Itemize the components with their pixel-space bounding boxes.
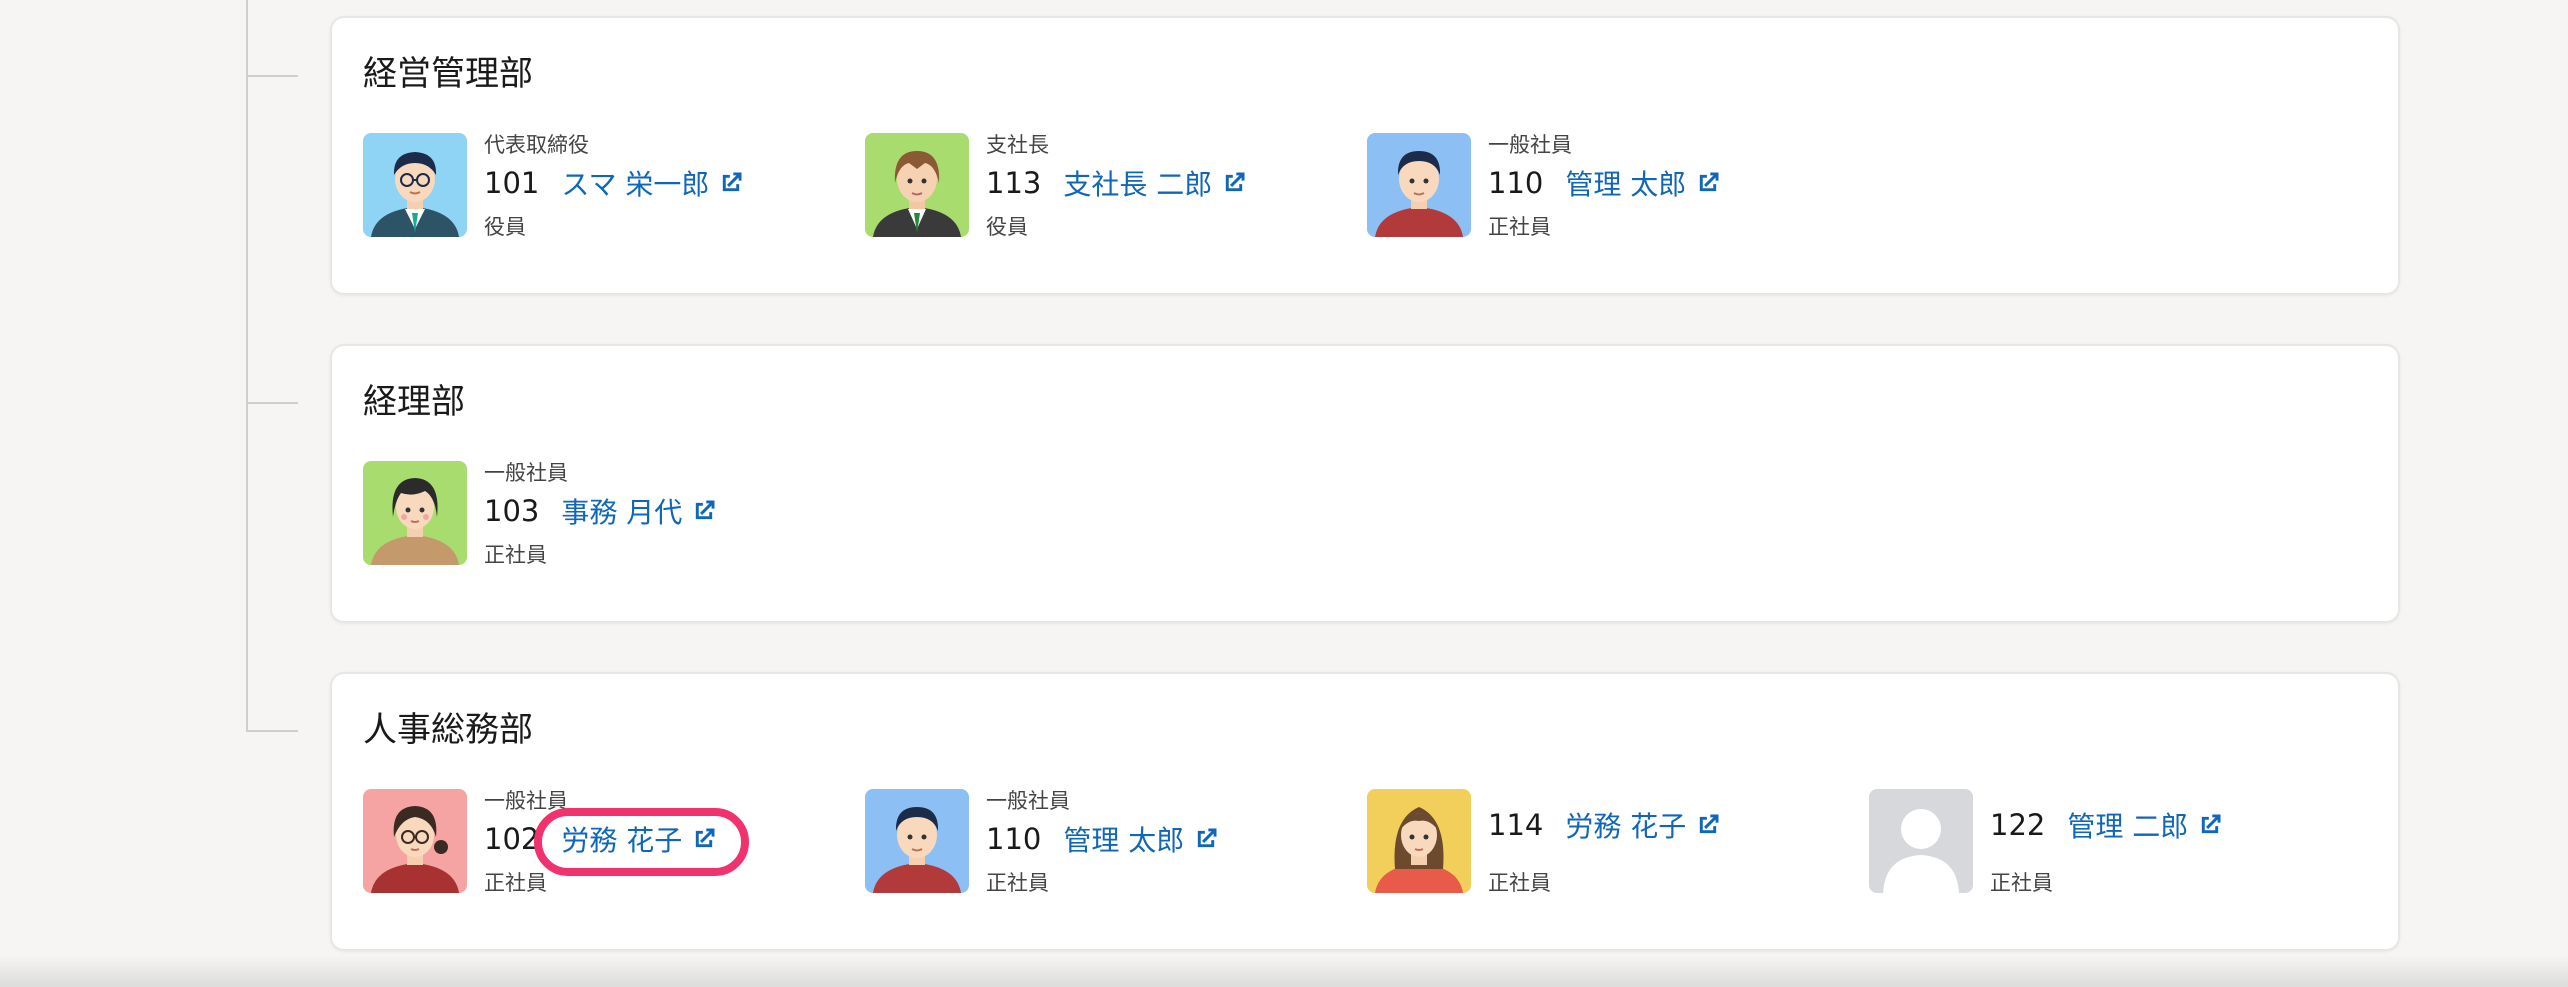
external-link-icon (1700, 172, 1719, 192)
department-card-keiei: 経営管理部 代表取締役 101 スマ 栄一郎 役員 支社長 113 支社長 二郎… (330, 16, 2400, 295)
member-line: 110 管理 太郎 (1488, 163, 1722, 203)
member-item: 一般社員 103 事務 月代 正社員 (363, 461, 843, 567)
member-list: 一般社員 103 事務 月代 正社員 (363, 461, 2363, 567)
org-tree-branch (246, 730, 298, 732)
member-type: 正社員 (986, 871, 1049, 895)
member-line: 101 スマ 栄一郎 (484, 163, 745, 203)
member-type: 正社員 (1990, 871, 2053, 895)
bottom-fade (0, 955, 2568, 987)
member-line: 122 管理 二郎 (1990, 805, 2224, 845)
org-tree-branch (246, 75, 298, 77)
org-tree-line (246, 0, 248, 732)
member-item: 一般社員 110 管理 太郎 正社員 (1367, 133, 1847, 239)
member-item: 代表取締役 101 スマ 栄一郎 役員 (363, 133, 843, 239)
member-number: 114 (1488, 808, 1544, 842)
member-number: 110 (986, 822, 1042, 856)
member-line: 114 労務 花子 (1488, 805, 1722, 845)
org-tree-branch (246, 402, 298, 404)
member-number: 101 (484, 166, 540, 200)
external-link-icon (696, 500, 715, 520)
member-line: 103 事務 月代 (484, 491, 718, 531)
avatar (1367, 789, 1471, 893)
member-name: 支社長 二郎 (1063, 168, 1213, 201)
member-type: 役員 (986, 215, 1028, 239)
external-link-icon (723, 172, 742, 192)
external-link-icon (1198, 828, 1217, 848)
member-name-link[interactable]: 事務 月代 (561, 491, 718, 531)
member-type: 正社員 (1488, 871, 1551, 895)
avatar (363, 461, 467, 565)
avatar (363, 133, 467, 237)
member-number: 103 (484, 494, 540, 528)
department-title: 人事総務部 (363, 710, 533, 750)
member-item: 122 管理 二郎 正社員 (1869, 789, 2349, 895)
member-name-link[interactable]: スマ 栄一郎 (561, 163, 745, 203)
member-list: 代表取締役 101 スマ 栄一郎 役員 支社長 113 支社長 二郎 役員 一般… (363, 133, 2363, 239)
external-link-icon (1226, 172, 1245, 192)
member-name: 管理 太郎 (1063, 824, 1185, 857)
external-link-icon (2202, 814, 2221, 834)
member-item: 一般社員 110 管理 太郎 正社員 (865, 789, 1345, 895)
member-line: 113 支社長 二郎 (986, 163, 1248, 203)
member-name-link[interactable]: 労務 花子 (1565, 805, 1722, 845)
member-type: 正社員 (484, 871, 547, 895)
member-name: スマ 栄一郎 (561, 168, 710, 201)
member-name-link[interactable]: 支社長 二郎 (1063, 163, 1248, 203)
member-role: 一般社員 (986, 789, 1070, 813)
external-link-icon (1700, 814, 1719, 834)
department-title: 経営管理部 (363, 54, 533, 94)
avatar (865, 789, 969, 893)
avatar (363, 789, 467, 893)
member-type: 正社員 (1488, 215, 1551, 239)
member-number: 122 (1990, 808, 2046, 842)
member-role: 一般社員 (484, 461, 568, 485)
member-role: 一般社員 (1488, 133, 1572, 157)
member-name: 労務 花子 (1565, 810, 1687, 843)
member-name: 管理 太郎 (1565, 168, 1687, 201)
member-number: 113 (986, 166, 1042, 200)
member-type: 正社員 (484, 543, 547, 567)
member-name: 事務 月代 (561, 496, 683, 529)
member-line: 110 管理 太郎 (986, 819, 1220, 859)
member-role: 支社長 (986, 133, 1049, 157)
member-number: 110 (1488, 166, 1544, 200)
member-name-link[interactable]: 管理 太郎 (1565, 163, 1722, 203)
avatar (1367, 133, 1471, 237)
department-card-keiri: 経理部 一般社員 103 事務 月代 正社員 (330, 344, 2400, 623)
avatar-placeholder (1869, 789, 1973, 893)
member-role: 代表取締役 (484, 133, 589, 157)
member-number: 102 (484, 822, 540, 856)
member-item: 支社長 113 支社長 二郎 役員 (865, 133, 1345, 239)
member-name-link[interactable]: 管理 二郎 (2067, 805, 2224, 845)
avatar (865, 133, 969, 237)
department-title: 経理部 (363, 382, 465, 422)
member-item: 114 労務 花子 正社員 (1367, 789, 1847, 895)
highlight-ring (534, 808, 749, 876)
member-name-link[interactable]: 管理 太郎 (1063, 819, 1220, 859)
member-type: 役員 (484, 215, 526, 239)
member-name: 管理 二郎 (2067, 810, 2189, 843)
